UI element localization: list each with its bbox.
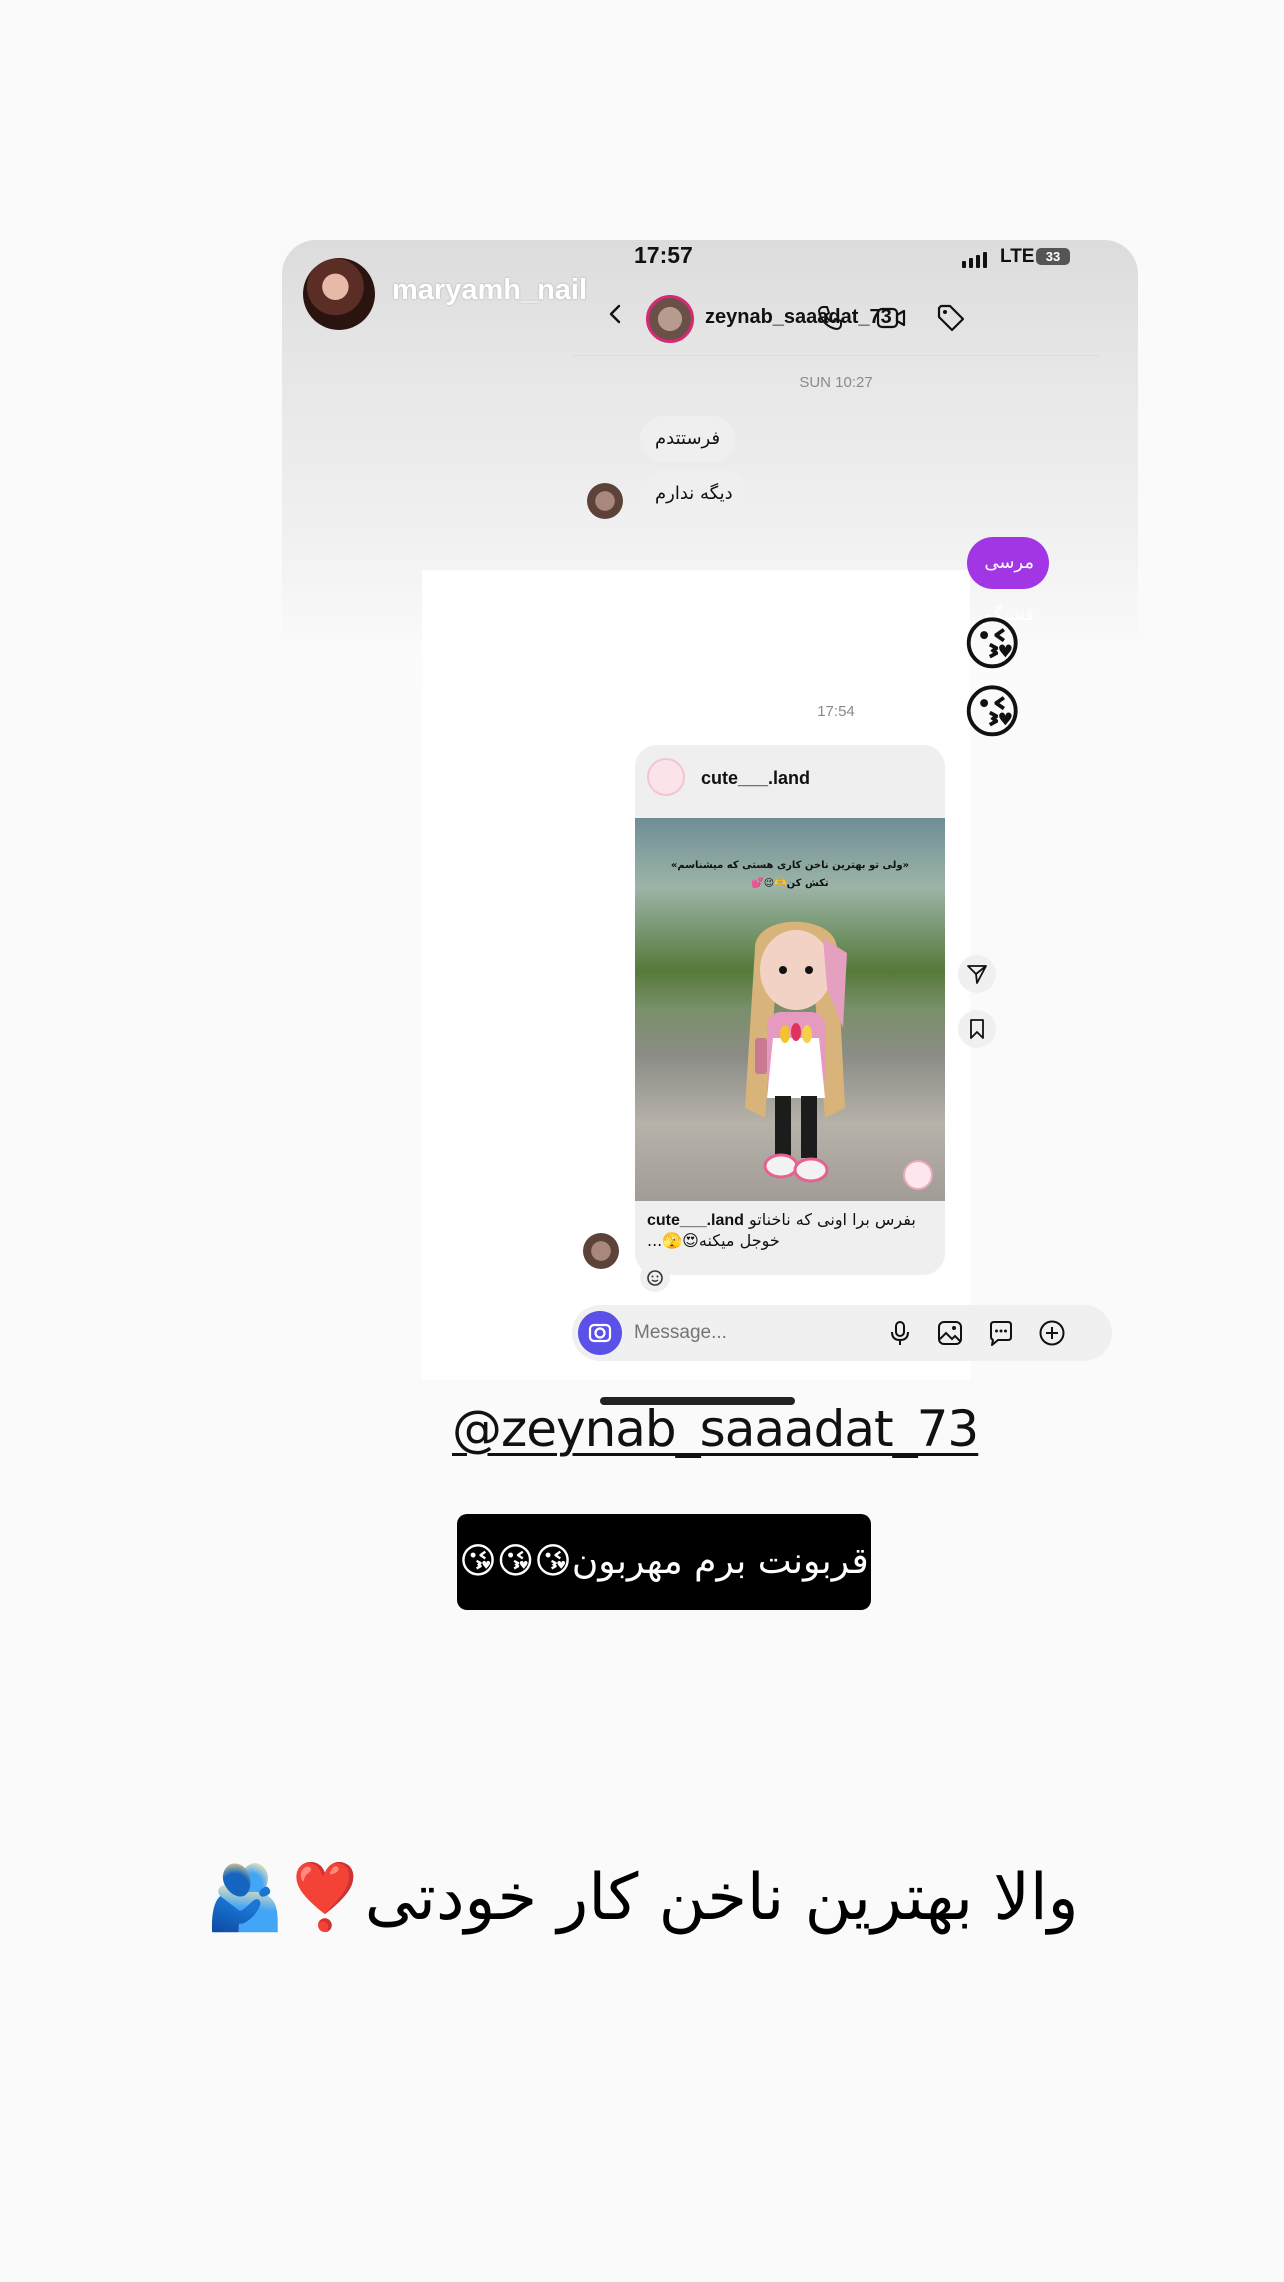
plus-icon[interactable] (1038, 1319, 1066, 1347)
message-composer (572, 1305, 1112, 1361)
shared-post[interactable]: cute___.land «ولی تو بهترین ناخن کاری هس… (635, 745, 945, 1275)
post-author-username[interactable]: cute___.land (701, 768, 810, 789)
story-caption: والا بهترین ناخن کار خودتی❣️🫂 (205, 1861, 1079, 1935)
doll-illustration (745, 921, 847, 1183)
video-icon[interactable] (875, 302, 907, 334)
sticker-icon[interactable] (987, 1319, 1015, 1347)
mic-icon[interactable] (886, 1319, 914, 1347)
header-divider (572, 355, 1100, 356)
message-timestamp: SUN 10:27 (799, 374, 873, 391)
reply-text-box: قربونت برم مهربون😘😘😘 (457, 1514, 871, 1610)
network-label: LTE (1000, 246, 1035, 267)
signal-icon (962, 252, 987, 268)
chat-header-avatar[interactable] (646, 295, 694, 343)
story-avatar[interactable] (303, 258, 375, 330)
reaction-icon[interactable] (640, 1262, 670, 1292)
post-author-avatar[interactable] (647, 758, 685, 796)
mention-sticker[interactable]: @zeynab_saaadat_73 (452, 1400, 979, 1458)
phone-icon[interactable] (814, 302, 846, 334)
status-time: 17:57 (634, 242, 693, 268)
outgoing-message[interactable]: مرسی قشنگم (967, 537, 1050, 625)
post-caption: cute___.land بفرس برا اونی که ناخناتو خو… (647, 1210, 933, 1251)
sender-avatar[interactable] (583, 1233, 619, 1269)
incoming-message[interactable]: دیگه ندارم (640, 471, 748, 517)
incoming-message[interactable]: فرستتدم (640, 416, 736, 462)
outgoing-emoji-message[interactable]: 😘😘 (962, 610, 1026, 746)
watermark-logo (903, 1160, 933, 1190)
message-input[interactable] (634, 1305, 874, 1361)
send-icon[interactable] (958, 955, 996, 993)
dm-screenshot: 17:57 LTE 33 zeynab_saaadat_73 SUN 10:27… (282, 240, 1138, 1380)
story-username[interactable]: maryamh_nail (392, 274, 587, 307)
sender-avatar[interactable] (587, 483, 623, 519)
camera-icon[interactable] (578, 1311, 622, 1355)
tag-icon[interactable] (935, 302, 967, 334)
chat-screen: 17:57 LTE 33 zeynab_saaadat_73 SUN 10:27… (422, 240, 1112, 1380)
back-icon[interactable] (606, 304, 626, 324)
post-image-text: تکش کن🫶😉💕 (751, 878, 829, 889)
caption-username[interactable]: cute___.land (647, 1212, 744, 1229)
post-image[interactable]: «ولی تو بهترین ناخن کاری هستی که میشناسم… (635, 818, 945, 1201)
message-timestamp: 17:54 (817, 703, 855, 720)
chat-header-username[interactable]: zeynab_saaadat_73 (705, 306, 892, 329)
bookmark-icon[interactable] (958, 1010, 996, 1048)
gallery-icon[interactable] (936, 1319, 964, 1347)
battery-icon: 33 (1036, 248, 1070, 265)
post-image-text: «ولی تو بهترین ناخن کاری هستی که میشناسم… (670, 860, 910, 871)
